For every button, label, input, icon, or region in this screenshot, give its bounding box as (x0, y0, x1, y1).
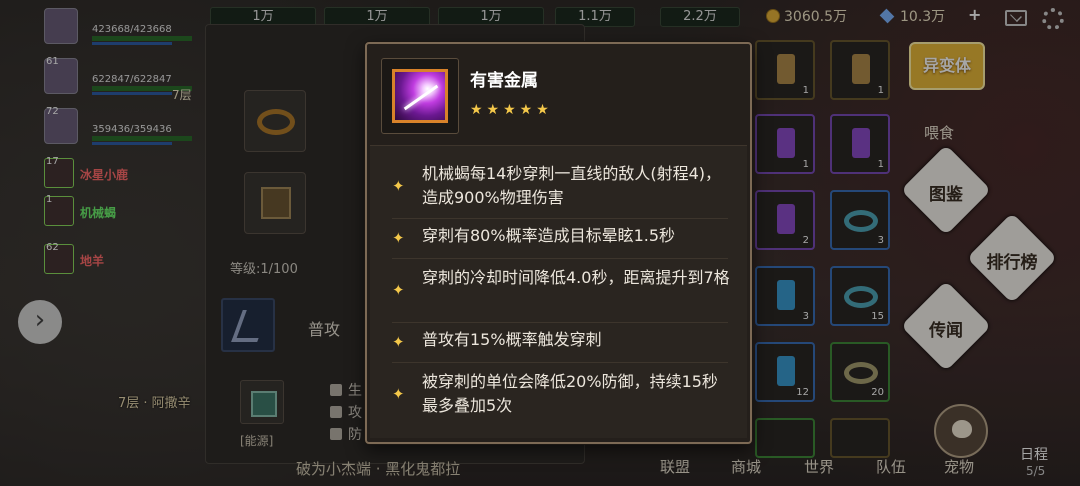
star-bullet-icon: ✦ (392, 333, 405, 351)
effect-text: 穿刺有80%概率造成目标晕眩1.5秒 (422, 226, 676, 245)
star-bullet-icon: ✦ (392, 281, 405, 299)
effect-item: ✦ 普攻有15%概率触发穿刺 (392, 328, 732, 358)
divider (392, 362, 728, 363)
effect-text: 普攻有15%概率触发穿刺 (422, 330, 602, 349)
effect-item: ✦ 被穿刺的单位会降低20%防御，持续15秒最多叠加5次 (392, 368, 732, 420)
effect-text: 被穿刺的单位会降低20%防御，持续15秒最多叠加5次 (422, 372, 718, 415)
star-bullet-icon: ✦ (392, 177, 405, 195)
star-bullet-icon: ✦ (392, 229, 405, 247)
skill-tooltip: 有害金属 ★★★★★ ✦ 机械蝎每14秒穿刺一直线的敌人(射程4)，造成900%… (365, 42, 752, 444)
divider (392, 322, 728, 323)
effect-item: ✦ 穿刺有80%概率造成目标晕眩1.5秒 (392, 224, 732, 254)
skill-effects: ✦ 机械蝎每14秒穿刺一直线的敌人(射程4)，造成900%物理伤害 ✦ 穿刺有8… (370, 145, 747, 438)
star-bullet-icon: ✦ (392, 385, 405, 403)
effect-item: ✦ 穿刺的冷却时间降低4.0秒，距离提升到7格 (392, 264, 732, 316)
skill-title: 有害金属 (470, 71, 538, 91)
effect-item: ✦ 机械蝎每14秒穿刺一直线的敌人(射程4)，造成900%物理伤害 (392, 160, 732, 212)
toxic-metal-skill-icon (392, 69, 448, 123)
skill-icon-frame (381, 58, 459, 134)
effect-text: 机械蝎每14秒穿刺一直线的敌人(射程4)，造成900%物理伤害 (422, 164, 722, 207)
skill-stars: ★★★★★ (470, 102, 553, 118)
divider (392, 218, 728, 219)
effect-text: 穿刺的冷却时间降低4.0秒，距离提升到7格 (422, 268, 730, 287)
divider (392, 258, 728, 259)
